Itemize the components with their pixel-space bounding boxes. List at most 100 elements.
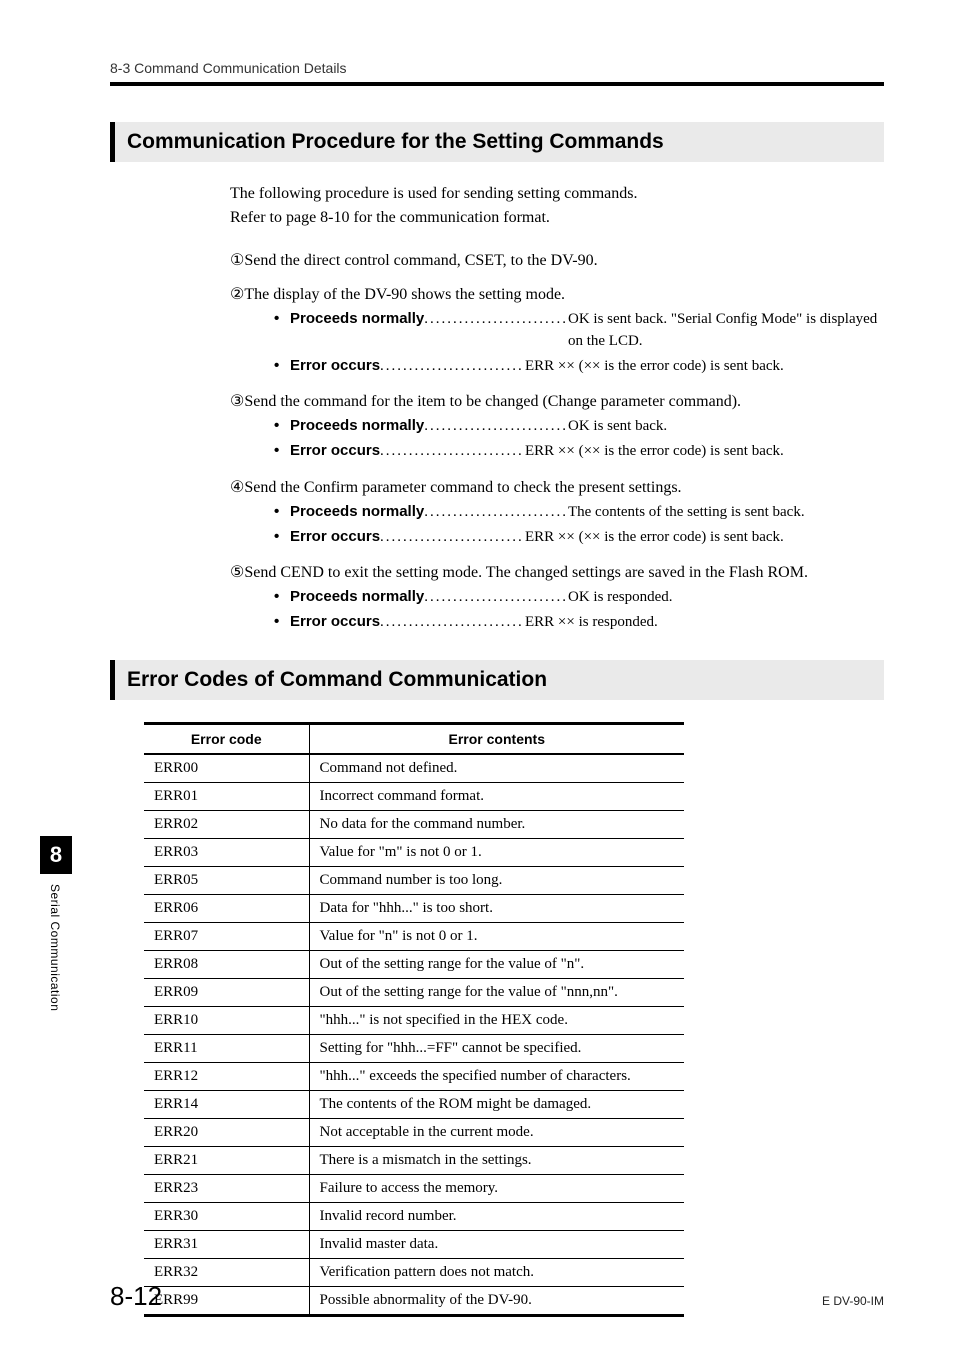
cell-error-contents: There is a mismatch in the settings. [309, 1146, 684, 1174]
cell-error-code: ERR23 [144, 1174, 309, 1202]
table-row: ERR12"hhh..." exceeds the specified numb… [144, 1062, 684, 1090]
step-sub-item: •Proceeds normally......................… [274, 586, 884, 609]
cell-error-code: ERR20 [144, 1118, 309, 1146]
leader-dots: ......................... [424, 416, 568, 438]
cell-error-contents: Failure to access the memory. [309, 1174, 684, 1202]
sub-item-result: ERR ×× is responded. [525, 612, 884, 634]
cell-error-code: ERR30 [144, 1202, 309, 1230]
bullet-icon: • [274, 526, 290, 549]
procedure-step: ③Send the command for the item to be cha… [230, 391, 884, 463]
cell-error-code: ERR05 [144, 866, 309, 894]
cell-error-contents: Out of the setting range for the value o… [309, 978, 684, 1006]
cell-error-code: ERR07 [144, 922, 309, 950]
sub-item-label: Proceeds normally [290, 501, 424, 523]
table-row: ERR20Not acceptable in the current mode. [144, 1118, 684, 1146]
section-heading-errors: Error Codes of Command Communication [110, 660, 884, 700]
cell-error-code: ERR09 [144, 978, 309, 1006]
leader-dots: ......................... [424, 502, 568, 524]
sub-item-label: Error occurs [290, 440, 380, 462]
cell-error-contents: Setting for "hhh...=FF" cannot be specif… [309, 1034, 684, 1062]
procedure-step: ④Send the Confirm parameter command to c… [230, 477, 884, 549]
sub-item-result: OK is sent back. [568, 416, 884, 438]
cell-error-contents: Command number is too long. [309, 866, 684, 894]
sub-item-label: Proceeds normally [290, 415, 424, 437]
intro-line-2: Refer to page 8-10 for the communication… [230, 206, 884, 230]
table-row: ERR05Command number is too long. [144, 866, 684, 894]
leader-dots: ......................... [380, 441, 525, 463]
step-sub-item: •Error occurs.........................ER… [274, 440, 884, 463]
cell-error-contents: "hhh..." is not specified in the HEX cod… [309, 1006, 684, 1034]
cell-error-code: ERR14 [144, 1090, 309, 1118]
cell-error-contents: Value for "m" is not 0 or 1. [309, 838, 684, 866]
sub-item-result: ERR ×× (×× is the error code) is sent ba… [525, 441, 884, 463]
bullet-icon: • [274, 308, 290, 353]
bullet-icon: • [274, 355, 290, 378]
sub-item-result: The contents of the setting is sent back… [568, 502, 884, 524]
table-row: ERR08Out of the setting range for the va… [144, 950, 684, 978]
table-row: ERR02No data for the command number. [144, 810, 684, 838]
cell-error-contents: Command not defined. [309, 754, 684, 783]
step-title: ④Send the Confirm parameter command to c… [230, 477, 884, 497]
col-error-code: Error code [144, 723, 309, 754]
doc-id: E DV-90-IM [822, 1294, 884, 1308]
cell-error-code: ERR21 [144, 1146, 309, 1174]
chapter-label: Serial Communication [40, 884, 62, 1011]
table-row: ERR10"hhh..." is not specified in the HE… [144, 1006, 684, 1034]
cell-error-contents: Data for "hhh..." is too short. [309, 894, 684, 922]
sub-item-result: ERR ×× (×× is the error code) is sent ba… [525, 527, 884, 549]
leader-dots: ......................... [424, 309, 568, 331]
page-number: 8-12 [110, 1281, 162, 1312]
cell-error-code: ERR08 [144, 950, 309, 978]
leader-dots: ......................... [380, 612, 525, 634]
procedure-step: ②The display of the DV-90 shows the sett… [230, 284, 884, 377]
cell-error-code: ERR12 [144, 1062, 309, 1090]
cell-error-code: ERR02 [144, 810, 309, 838]
step-sub-item: •Error occurs.........................ER… [274, 355, 884, 378]
step-sub-item: •Proceeds normally......................… [274, 501, 884, 524]
cell-error-code: ERR11 [144, 1034, 309, 1062]
bullet-icon: • [274, 415, 290, 438]
table-row: ERR00Command not defined. [144, 754, 684, 783]
table-row: ERR07Value for "n" is not 0 or 1. [144, 922, 684, 950]
sub-item-label: Proceeds normally [290, 586, 424, 608]
cell-error-contents: The contents of the ROM might be damaged… [309, 1090, 684, 1118]
table-row: ERR09Out of the setting range for the va… [144, 978, 684, 1006]
cell-error-code: ERR03 [144, 838, 309, 866]
step-title: ②The display of the DV-90 shows the sett… [230, 284, 884, 304]
step-sub-item: •Error occurs.........................ER… [274, 611, 884, 634]
cell-error-contents: Incorrect command format. [309, 782, 684, 810]
bullet-icon: • [274, 611, 290, 634]
sub-item-label: Proceeds normally [290, 308, 424, 330]
step-sub-item: •Error occurs.........................ER… [274, 526, 884, 549]
bullet-icon: • [274, 501, 290, 524]
cell-error-contents: Not acceptable in the current mode. [309, 1118, 684, 1146]
cell-error-contents: "hhh..." exceeds the specified number of… [309, 1062, 684, 1090]
cell-error-code: ERR00 [144, 754, 309, 783]
table-row: ERR03Value for "m" is not 0 or 1. [144, 838, 684, 866]
section-heading-procedure: Communication Procedure for the Setting … [110, 122, 884, 162]
cell-error-code: ERR06 [144, 894, 309, 922]
cell-error-code: ERR31 [144, 1230, 309, 1258]
col-error-contents: Error contents [309, 723, 684, 754]
error-codes-table: Error code Error contents ERR00Command n… [144, 722, 684, 1317]
table-row: ERR23Failure to access the memory. [144, 1174, 684, 1202]
step-sub-item: •Proceeds normally......................… [274, 308, 884, 353]
table-row: ERR31Invalid master data. [144, 1230, 684, 1258]
sub-item-label: Error occurs [290, 611, 380, 633]
table-row: ERR14The contents of the ROM might be da… [144, 1090, 684, 1118]
sub-item-label: Error occurs [290, 355, 380, 377]
leader-dots: ......................... [380, 527, 525, 549]
cell-error-contents: Value for "n" is not 0 or 1. [309, 922, 684, 950]
chapter-number: 8 [40, 836, 72, 874]
sub-item-label: Error occurs [290, 526, 380, 548]
bullet-icon: • [274, 440, 290, 463]
sub-item-result: ERR ×× (×× is the error code) is sent ba… [525, 356, 884, 378]
cell-error-contents: No data for the command number. [309, 810, 684, 838]
breadcrumb: 8-3 Command Communication Details [110, 60, 884, 76]
cell-error-code: ERR01 [144, 782, 309, 810]
step-title: ③Send the command for the item to be cha… [230, 391, 884, 411]
step-sub-item: •Proceeds normally......................… [274, 415, 884, 438]
step-title: ⑤Send CEND to exit the setting mode. The… [230, 562, 884, 582]
table-row: ERR21There is a mismatch in the settings… [144, 1146, 684, 1174]
cell-error-contents: Out of the setting range for the value o… [309, 950, 684, 978]
